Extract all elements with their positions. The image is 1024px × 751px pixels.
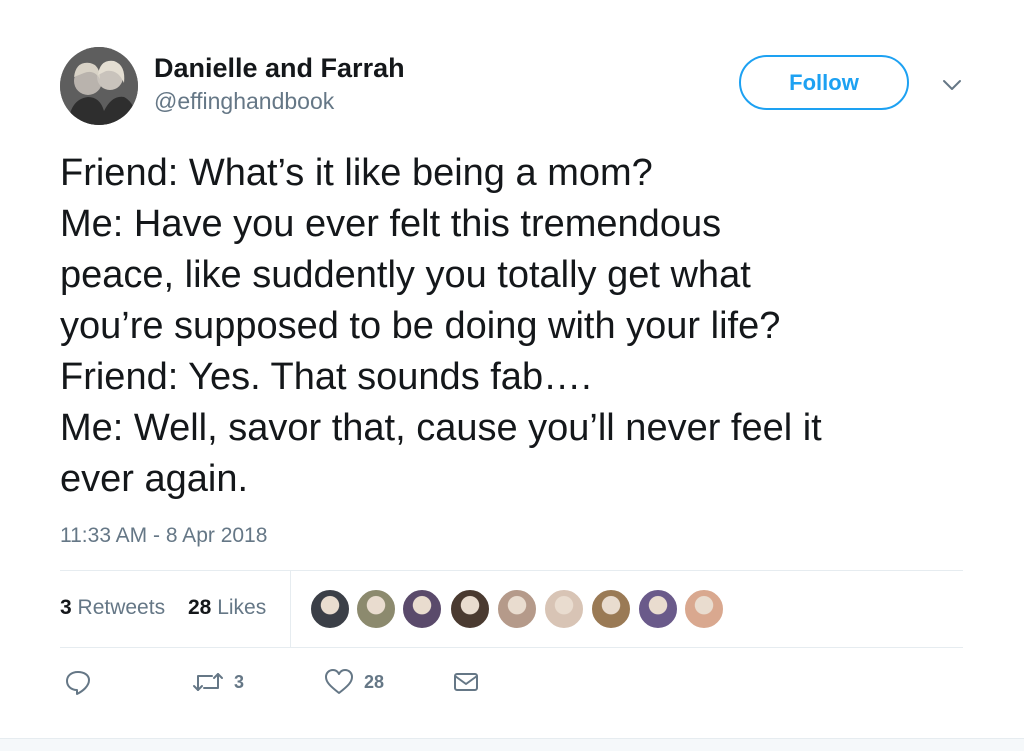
avatar-photo xyxy=(60,47,138,125)
tweet-stats: 3 Retweets 28 Likes xyxy=(60,571,963,647)
author-name[interactable]: Danielle and Farrah xyxy=(154,52,405,84)
tweet-line: Friend: What’s it like being a mom? xyxy=(60,152,653,194)
direct-message-button[interactable] xyxy=(452,662,480,702)
liker-avatar[interactable] xyxy=(638,589,678,629)
tweet-line: peace, like suddently you totally get wh… xyxy=(60,254,751,296)
author-handle[interactable]: @effinghandbook xyxy=(154,87,334,115)
liker-avatar[interactable] xyxy=(450,589,490,629)
retweets-stat[interactable]: 3 Retweets xyxy=(60,596,165,620)
liker-avatar[interactable] xyxy=(591,589,631,629)
tweet-line: Me: Well, savor that, cause you’ll never… xyxy=(60,407,822,449)
like-button[interactable]: 28 xyxy=(324,662,384,702)
chevron-down-icon[interactable] xyxy=(940,76,964,94)
liker-avatar[interactable] xyxy=(310,589,350,629)
liker-avatar[interactable] xyxy=(356,589,396,629)
retweets-count: 3 xyxy=(60,596,72,619)
author-avatar[interactable] xyxy=(60,47,138,125)
retweet-icon xyxy=(193,673,223,691)
stats-separator xyxy=(290,571,291,647)
liker-avatar[interactable] xyxy=(497,589,537,629)
retweet-count: 3 xyxy=(234,671,245,692)
tweet-line: Me: Have you ever felt this tremendous xyxy=(60,203,722,245)
heart-icon xyxy=(325,669,353,694)
reply-icon xyxy=(66,671,90,695)
envelope-icon xyxy=(454,673,478,691)
liker-avatar[interactable] xyxy=(684,589,724,629)
follow-button[interactable]: Follow xyxy=(739,55,909,110)
tweet-line: you’re supposed to be doing with your li… xyxy=(60,305,781,347)
like-count: 28 xyxy=(364,671,385,692)
tweet-card: Danielle and Farrah @effinghandbook Foll… xyxy=(0,0,1024,751)
tweet-line: ever again. xyxy=(60,458,249,500)
tweet-actions: 3 28 xyxy=(60,662,660,702)
tweet-line: Friend: Yes. That sounds fab…. xyxy=(60,356,592,398)
likes-stat[interactable]: 28 Likes xyxy=(188,596,266,620)
likes-label: Likes xyxy=(217,596,267,619)
tweet-timestamp[interactable]: 11:33 AM - 8 Apr 2018 xyxy=(60,522,267,550)
reply-button[interactable] xyxy=(64,662,92,702)
liker-avatar[interactable] xyxy=(402,589,442,629)
tweet-text: Friend: What’s it like being a mom? Me: … xyxy=(60,148,990,505)
liker-avatar[interactable] xyxy=(544,589,584,629)
footer-strip xyxy=(0,738,1024,751)
likes-count: 28 xyxy=(188,596,212,619)
divider xyxy=(60,647,963,648)
retweets-label: Retweets xyxy=(77,596,166,619)
retweet-button[interactable]: 3 xyxy=(192,662,244,702)
